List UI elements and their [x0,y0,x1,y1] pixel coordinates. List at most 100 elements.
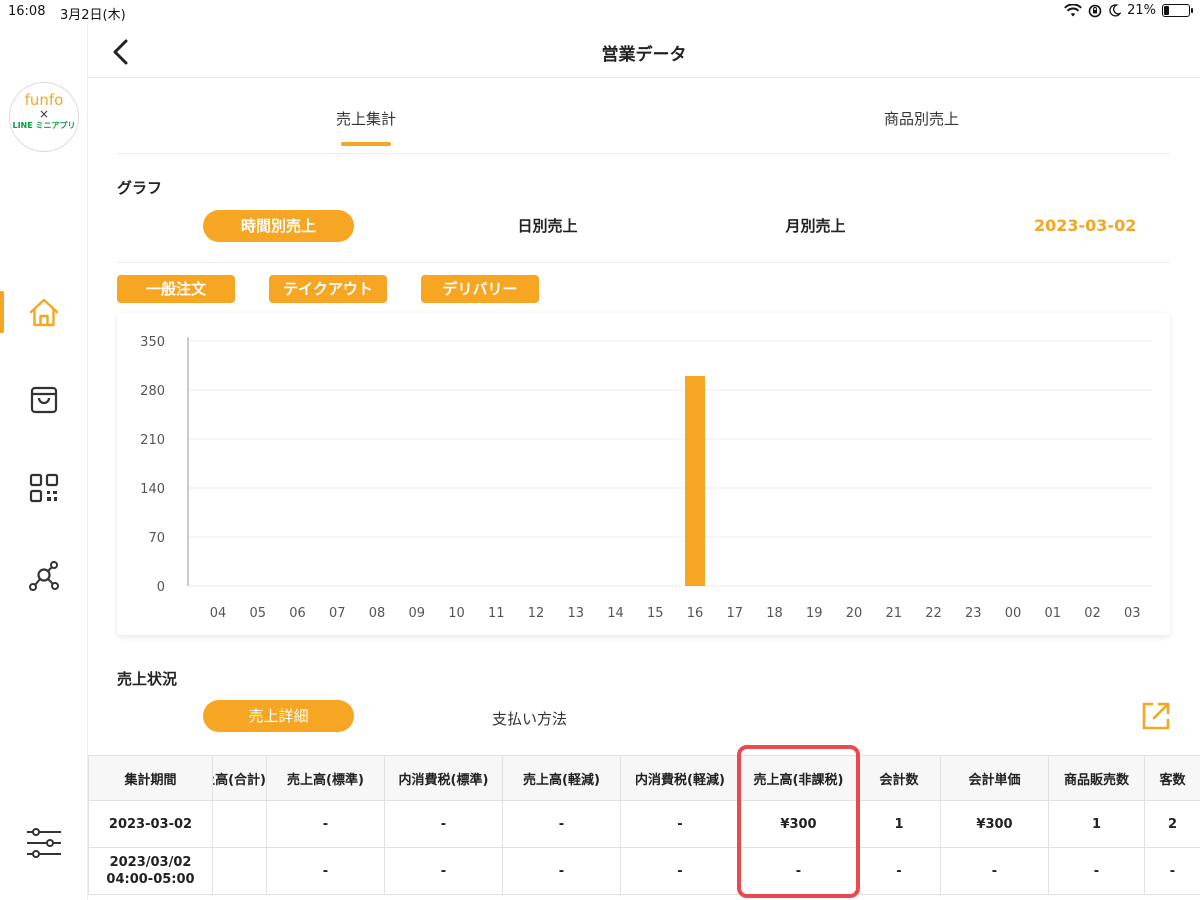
y-tick-label: 210 [140,433,165,448]
table-cell: 2 [1144,800,1200,848]
hourly-sales-chart: 0 70 140 210 280 350 04 05 06 07 08 09 10 11 12 13 14 15 1… [117,313,1170,635]
graph-section-label: グラフ [117,179,163,197]
col-transaction-count: 会計数 [857,755,941,801]
date-selector[interactable]: 2023-03-02 [1034,216,1136,235]
pill-monthly-sales[interactable]: 月別売上 [740,210,891,242]
nav-qr[interactable] [27,471,61,505]
table-cell: - [502,800,621,848]
battery-fill [1164,6,1170,15]
chart-svg: 0 70 140 210 280 350 04 05 06 07 08 09 10 11 12 13 14 15 1… [140,335,1152,621]
col-period: 集計期間 [88,755,213,801]
status-right: 21% [1064,3,1193,18]
graph-divider [117,262,1170,263]
x-tick-label: 09 [408,606,425,621]
nav-share[interactable] [27,559,61,593]
logo-line1: funfo [24,91,64,109]
y-tick-label: 140 [140,482,165,497]
col-avg-price: 会計単価 [940,755,1049,801]
tab-product-sales[interactable]: 商品別売上 [884,108,959,129]
nav-settings[interactable] [25,826,63,860]
logo-line3: LINE ミニアプリ [12,121,76,130]
sliders-icon [27,828,61,858]
col-sales-standard: 売上高(標準) [266,755,385,801]
wifi-icon [1064,3,1083,16]
table-cell: 1 [1048,800,1145,848]
x-tick-label: 06 [289,606,306,621]
rotation-lock-icon [1088,4,1102,17]
app-root: 16:08 3月2日(木) 21% funfo × LINE ミニアプリ 営業デ… [0,0,1200,900]
col-tax-reduced: 内消費税(軽減) [620,755,740,801]
col-tax-standard: 内消費税(標準) [384,755,503,801]
col-items-sold: 商品販売数 [1048,755,1145,801]
table-cell [212,847,267,895]
sales-table: 集計期間 売上高(合計) 売上高(標準) 内消費税(標準) 売上高(軽減) 内消… [88,755,1200,895]
col-sales-total: 売上高(合計) [212,755,267,801]
status-date: 3月2日(木) [60,8,126,23]
chip-delivery[interactable]: デリバリー [421,275,539,303]
table-cell: - [1144,847,1200,895]
table-row[interactable]: 2023-03-02 - - - - ¥300 1 ¥300 1 2 [88,800,1200,848]
cell-period: 2023-03-02 [88,800,213,848]
logo-line2: × [38,107,50,121]
battery-percent: 21% [1127,3,1156,18]
battery-icon [1162,4,1193,17]
sales-status-label: 売上状況 [117,670,178,688]
x-tick-label: 14 [607,606,624,621]
table-cell: - [739,847,858,895]
nav-home[interactable] [27,296,61,330]
page-title: 営業データ [601,45,687,65]
table-cell [212,800,267,848]
pill-hourly-sales[interactable]: 時間別売上 [203,210,354,242]
y-tick-label: 350 [140,335,165,350]
chip-general-order[interactable]: 一般注文 [117,275,235,303]
x-tick-label: 08 [369,606,386,621]
cell-period: 2023/03/02 04:00-05:00 [88,847,213,895]
table-cell: - [857,847,941,895]
x-tick-label: 11 [488,606,505,621]
nav-orders[interactable] [27,383,61,417]
moon-icon [1109,4,1122,17]
x-tick-label: 22 [925,606,942,621]
x-tick-label: 21 [885,606,902,621]
tab-sales-summary[interactable]: 売上集計 [336,108,396,129]
page-header: 営業データ [88,24,1200,78]
x-tick-label: 03 [1124,606,1141,621]
table-cell: - [384,847,503,895]
shopping-bag-icon [30,386,58,414]
x-tick-label: 23 [965,606,982,621]
table-cell: - [1048,847,1145,895]
sidebar: funfo × LINE ミニアプリ [0,24,88,900]
y-tick-label: 0 [157,580,165,595]
x-tick-label: 02 [1084,606,1101,621]
home-icon [29,298,59,327]
chip-takeout[interactable]: テイクアウト [269,275,387,303]
table-row[interactable]: 2023/03/02 04:00-05:00 - - - - - - - - - [88,847,1200,895]
table-cell: - [502,847,621,895]
pill-daily-sales[interactable]: 日別売上 [472,210,623,242]
period-date: 2023/03/02 [109,855,192,870]
active-nav-indicator [0,291,4,333]
sales-table-wrap[interactable]: 集計期間 売上高(合計) 売上高(標準) 内消費税(標準) 売上高(軽減) 内消… [88,755,1200,900]
table-cell: ¥300 [940,800,1049,848]
status-time: 16:08 [8,4,46,19]
table-cell: - [940,847,1049,895]
x-tick-label: 07 [329,606,346,621]
table-cell: - [266,800,385,848]
pill-sales-detail[interactable]: 売上詳細 [203,700,354,732]
x-tick-label: 05 [249,606,266,621]
col-sales-taxfree: 売上高(非課税) [739,755,858,801]
table-cell: 1 [857,800,941,848]
table-cell: - [620,800,740,848]
export-button[interactable] [1140,700,1172,732]
y-tick-label: 280 [140,384,165,399]
external-link-icon [1142,702,1170,730]
x-tick-label: 12 [528,606,545,621]
x-tick-label: 16 [687,606,704,621]
table-cell: - [620,847,740,895]
table-cell: ¥300 [739,800,858,848]
table-cell: - [384,800,503,848]
x-tick-label: 20 [846,606,863,621]
col-customers: 客数 [1144,755,1200,801]
x-tick-label: 15 [647,606,664,621]
tab-payment-method[interactable]: 支払い方法 [492,708,567,729]
